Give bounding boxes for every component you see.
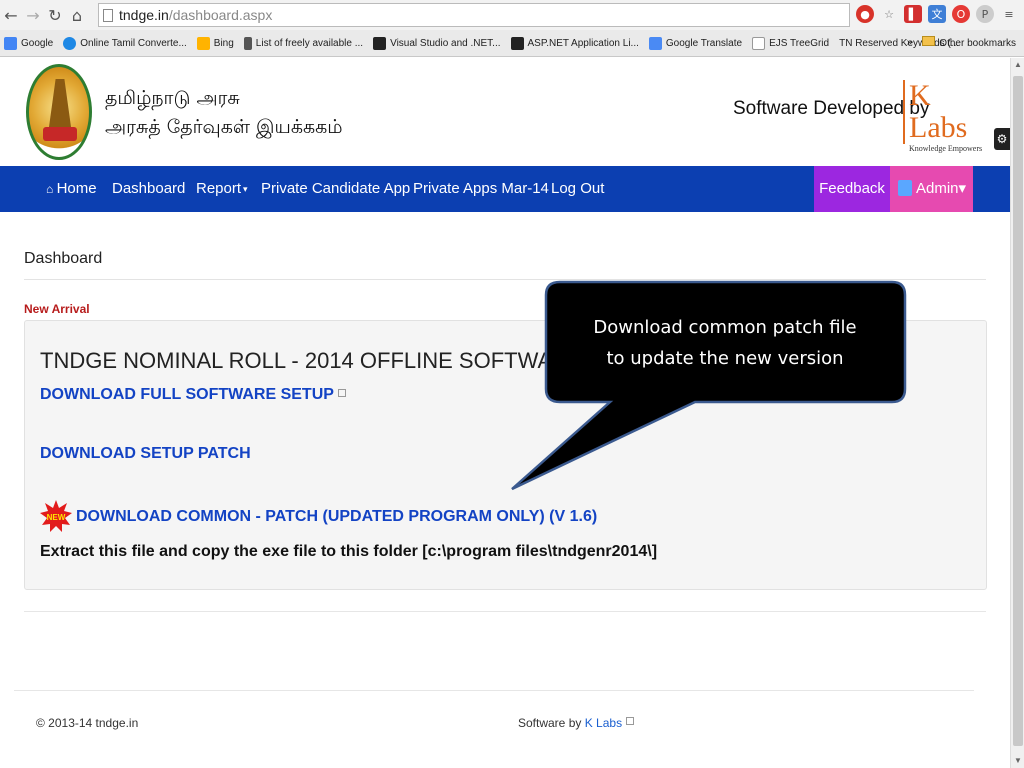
external-link-icon (626, 717, 635, 725)
q-icon (243, 36, 252, 50)
callout-line1: Download common patch file (593, 317, 857, 338)
browser-toolbar: ← → ↻ ⌂ tndge.in/dashboard.aspx ● ☆ ▌ 文 … (0, 0, 1024, 30)
gopuram-shape (49, 79, 71, 127)
shield-icon (63, 36, 77, 50)
star-icon[interactable]: ☆ (880, 5, 898, 23)
developed-by-label: Software Developed by (733, 98, 930, 119)
home-icon: ⌂ (46, 182, 57, 196)
folder-icon (922, 36, 936, 46)
nav-logout[interactable]: Log Out (551, 166, 604, 212)
extract-instruction: Extract this file and copy the exe file … (40, 543, 658, 560)
bookmarks-bar: Google Online Tamil Converte... Bing Lis… (0, 30, 1024, 57)
bookmark-ejs-treegrid[interactable]: EJS TreeGrid (752, 36, 829, 50)
new-arrival-label: New Arrival (24, 302, 90, 316)
extension-icons: ● ☆ ▌ 文 O P ≡ (856, 5, 1018, 23)
bookmark-google-translate[interactable]: Google Translate (648, 36, 742, 50)
bookmark-visual-studio[interactable]: Visual Studio and .NET... (373, 36, 501, 50)
nav-home[interactable]: ⌂ Home (46, 166, 97, 212)
bookmarks-overflow: » Other bookmarks (907, 36, 1016, 49)
footer-klabs-link[interactable]: K Labs (585, 716, 622, 730)
bing-icon (196, 36, 210, 50)
footer-copyright: © 2013-14 tndge.in (36, 716, 139, 730)
site-header: தமிழ்நாடு அரசு அரசுத் தேர்வுகள் இயக்ககம்… (0, 58, 1010, 166)
new-badge-text: NEW (47, 513, 66, 522)
other-bookmarks[interactable]: Other bookmarks (922, 36, 1016, 49)
back-icon[interactable]: ← (0, 6, 22, 25)
page-icon (752, 36, 766, 50)
footer-divider (14, 690, 974, 691)
bookmark-aspnet[interactable]: ASP.NET Application Li... (510, 36, 639, 50)
menu-icon[interactable]: ≡ (1000, 5, 1018, 23)
panel-title: TNDGE NOMINAL ROLL - 2014 OFFLINE SOFTWA… (40, 348, 583, 373)
page-viewport: தமிழ்நாடு அரசு அரசுத் தேர்வுகள் இயக்ககம்… (0, 58, 1010, 768)
gear-icon[interactable]: ⚙ (994, 128, 1010, 150)
page-breadcrumb: Dashboard (24, 250, 103, 267)
klabs-tagline: Knowledge Empowers (909, 144, 983, 153)
callout-text: Download common patch file to update the… (545, 312, 905, 374)
caret-down-icon: ▾ (958, 180, 967, 197)
address-bar[interactable]: tndge.in/dashboard.aspx (98, 3, 850, 27)
user-icon (898, 180, 912, 197)
nav-report[interactable]: Report ▾ (196, 166, 248, 212)
translate-ext-icon[interactable]: 文 (928, 5, 946, 23)
scroll-up-icon[interactable]: ▲ (1011, 58, 1024, 72)
browser-window: ← → ↻ ⌂ tndge.in/dashboard.aspx ● ☆ ▌ 文 … (0, 0, 1024, 768)
nav-private-apps[interactable]: Private Apps Mar-14 (413, 166, 549, 212)
reload-icon[interactable]: ↻ (44, 6, 66, 25)
site-title: தமிழ்நாடு அரசு அரசுத் தேர்வுகள் இயக்ககம் (105, 84, 343, 142)
forward-icon[interactable]: → (22, 6, 44, 25)
external-link-icon (337, 389, 346, 397)
scroll-down-icon[interactable]: ▼ (1011, 754, 1024, 768)
klabs-name: K Labs (903, 80, 995, 144)
site-title-line2: அரசுத் தேர்வுகள் இயக்ககம் (105, 116, 343, 138)
page-icon (103, 8, 113, 22)
m-icon (510, 36, 524, 50)
google-icon (4, 36, 17, 50)
bookmark-bing[interactable]: Bing (196, 36, 234, 50)
nav-private-candidate-app[interactable]: Private Candidate App (261, 166, 410, 212)
url-host: tndge.in (119, 7, 169, 23)
bookmark-ext-icon[interactable]: ▌ (904, 5, 922, 23)
m-icon (373, 36, 387, 50)
tn-government-emblem (26, 64, 92, 160)
main-navbar: ⌂ Home Dashboard Report ▾ Private Candida… (0, 166, 1010, 212)
download-common-patch-link[interactable]: DOWNLOAD COMMON - PATCH (UPDATED PROGRAM… (76, 508, 597, 526)
scrollbar-thumb[interactable] (1013, 76, 1023, 746)
klabs-logo[interactable]: K Labs Knowledge Empowers (903, 80, 995, 153)
bookmark-free-list[interactable]: List of freely available ... (243, 36, 363, 50)
abp-icon[interactable]: ● (856, 5, 874, 23)
download-setup-patch-link[interactable]: DOWNLOAD SETUP PATCH (40, 445, 251, 463)
opera-ext-icon[interactable]: O (952, 5, 970, 23)
divider (24, 279, 986, 280)
divider (24, 611, 986, 612)
pinterest-ext-icon[interactable]: P (976, 5, 994, 23)
vertical-scrollbar[interactable]: ▲ ▼ (1010, 58, 1024, 768)
emblem-base (43, 127, 77, 141)
new-badge-icon: NEW (40, 500, 72, 532)
home-icon[interactable]: ⌂ (66, 6, 88, 25)
bookmark-tamil-converter[interactable]: Online Tamil Converte... (63, 36, 187, 50)
admin-menu[interactable]: Admin▾ (890, 166, 973, 212)
callout-line2: to update the new version (606, 348, 844, 369)
more-bookmarks-button[interactable]: » (907, 37, 913, 48)
download-full-setup-link[interactable]: DOWNLOAD FULL SOFTWARE SETUP (40, 386, 346, 404)
site-title-line1: தமிழ்நாடு அரசு (105, 87, 240, 109)
bookmark-google[interactable]: Google (4, 36, 53, 50)
caret-down-icon: ▾ (243, 184, 248, 195)
nav-dashboard[interactable]: Dashboard (112, 166, 185, 212)
footer-software-by: Software by K Labs (518, 716, 635, 730)
feedback-button[interactable]: Feedback (814, 166, 890, 212)
translate-icon (648, 36, 662, 50)
url-path: /dashboard.aspx (168, 7, 273, 23)
